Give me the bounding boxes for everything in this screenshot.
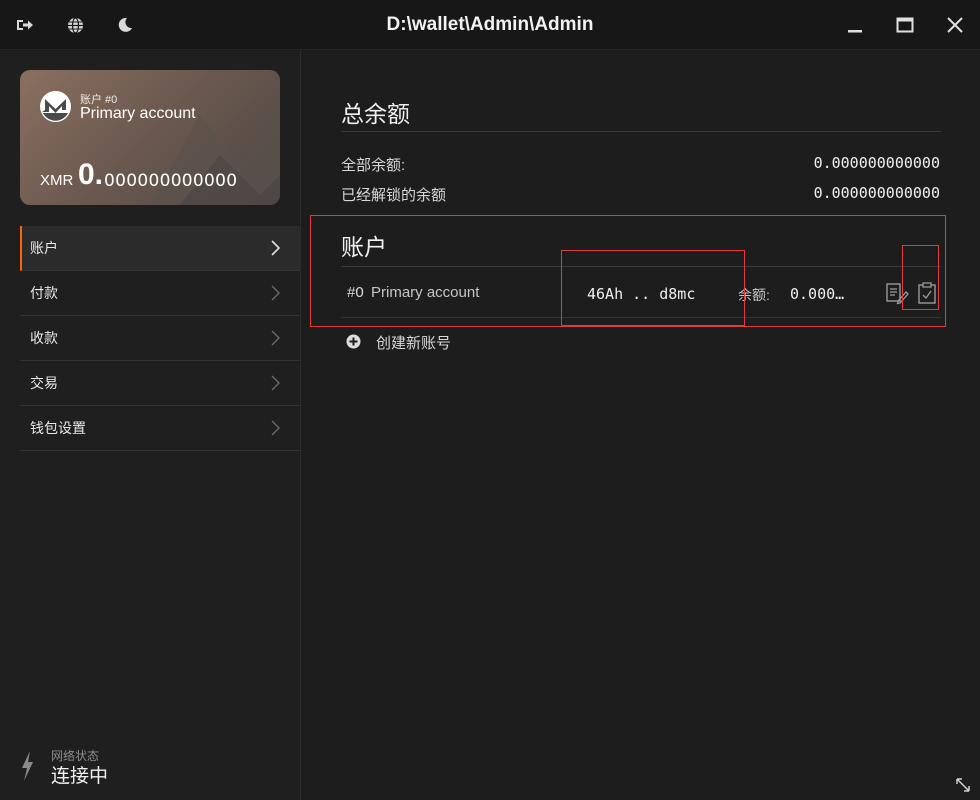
total-balance-value: 0.000000000000 [813, 154, 940, 172]
sidebar-item-label: 付款 [30, 285, 58, 301]
highlight-clipboard-box [902, 245, 939, 310]
create-account-button[interactable]: 创建新账号 [346, 330, 546, 352]
divider [341, 131, 941, 132]
network-status: 网络状态 连接中 [18, 747, 218, 787]
unlocked-balance-value: 0.000000000000 [813, 184, 940, 202]
unlocked-balance-label: 已经解锁的余额 [341, 187, 447, 204]
chevron-right-icon [271, 330, 280, 346]
sidebar-item-transactions[interactable]: 交易 [20, 361, 300, 406]
resize-icon[interactable] [956, 778, 970, 792]
sidebar-item-send[interactable]: 付款 [20, 271, 300, 316]
sidebar-item-account[interactable]: 账户 [20, 226, 300, 271]
title-bar: D:\wallet\Admin\Admin [0, 0, 980, 50]
main-panel: 总余额 全部余额: 0.000000000000 已经解锁的余额 0.00000… [302, 51, 980, 800]
sidebar-item-label: 账户 [30, 240, 58, 256]
total-balance-label: 全部余额: [341, 157, 406, 174]
chevron-right-icon [271, 240, 281, 256]
chevron-right-icon [271, 375, 280, 391]
add-circle-icon [346, 334, 361, 349]
highlight-address-box [561, 250, 745, 326]
create-account-label: 创建新账号 [376, 335, 452, 352]
chevron-right-icon [271, 285, 280, 301]
card-balance-int: 0. [78, 158, 104, 191]
window-title: D:\wallet\Admin\Admin [386, 14, 594, 35]
sidebar-item-wallet-settings[interactable]: 钱包设置 [20, 406, 300, 451]
card-currency: XMR [40, 172, 74, 189]
sidebar-item-label: 钱包设置 [30, 420, 86, 436]
sidebar: 账户 #0 Primary account XMR 0. 00000000000… [0, 51, 301, 800]
network-status-value: 连接中 [51, 766, 109, 787]
monero-logo-icon [40, 91, 71, 122]
chevron-right-icon [271, 420, 280, 436]
minimize-icon[interactable] [842, 12, 868, 38]
lightning-icon [22, 751, 33, 781]
sidebar-nav: 账户 付款 收款 交易 钱包设置 [20, 226, 300, 451]
sidebar-item-receive[interactable]: 收款 [20, 316, 300, 361]
sidebar-item-label: 收款 [30, 330, 58, 346]
card-balance-dec: 000000000000 [104, 171, 238, 191]
close-icon[interactable] [942, 12, 968, 38]
sidebar-item-label: 交易 [30, 375, 58, 391]
card-account-name: Primary account [80, 105, 196, 122]
account-card[interactable]: 账户 #0 Primary account XMR 0. 00000000000… [20, 70, 280, 205]
total-balance-heading: 总余额 [341, 101, 410, 127]
maximize-icon[interactable] [892, 12, 918, 38]
